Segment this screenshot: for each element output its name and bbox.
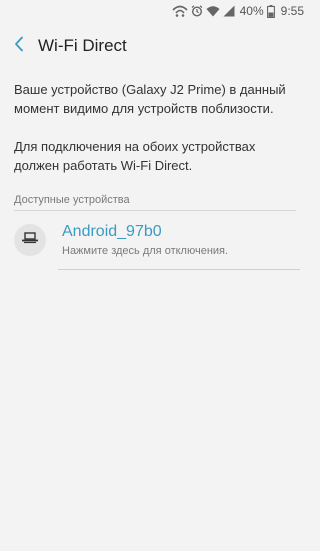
- requirement-description: Для подключения на обоих устройствах дол…: [14, 139, 256, 173]
- wifi-direct-icon: [172, 4, 188, 18]
- device-name: Android_97b0: [62, 222, 162, 240]
- battery-percent: 40%: [239, 4, 264, 18]
- item-divider: [58, 269, 300, 270]
- battery-icon: [266, 4, 275, 18]
- available-devices-header: Доступные устройства: [0, 194, 310, 211]
- signal-icon: [223, 4, 235, 18]
- visibility-description: Ваше устройство (Galaxy J2 Prime) в данн…: [14, 82, 286, 116]
- chevron-left-icon: [14, 36, 24, 57]
- tv-device-icon: [21, 231, 39, 249]
- device-text: Android_97b0 Нажмите здесь для отключени…: [62, 222, 228, 259]
- device-icon-container: [14, 224, 46, 256]
- device-item[interactable]: Android_97b0 Нажмите здесь для отключени…: [0, 211, 310, 269]
- app-bar: Wi-Fi Direct: [0, 22, 310, 70]
- status-time: 9:55: [280, 4, 304, 18]
- back-button[interactable]: [0, 22, 38, 70]
- wifi-icon: [206, 4, 220, 18]
- alarm-icon: [191, 4, 203, 18]
- page-title: Wi-Fi Direct: [38, 36, 127, 55]
- section-label: Доступные устройства: [14, 194, 130, 206]
- status-bar: 40% 9:55: [0, 0, 310, 22]
- main-content: Ваше устройство (Galaxy J2 Prime) в данн…: [0, 70, 310, 270]
- device-status: Нажмите здесь для отключения.: [62, 244, 229, 257]
- info-block: Ваше устройство (Galaxy J2 Prime) в данн…: [0, 70, 310, 175]
